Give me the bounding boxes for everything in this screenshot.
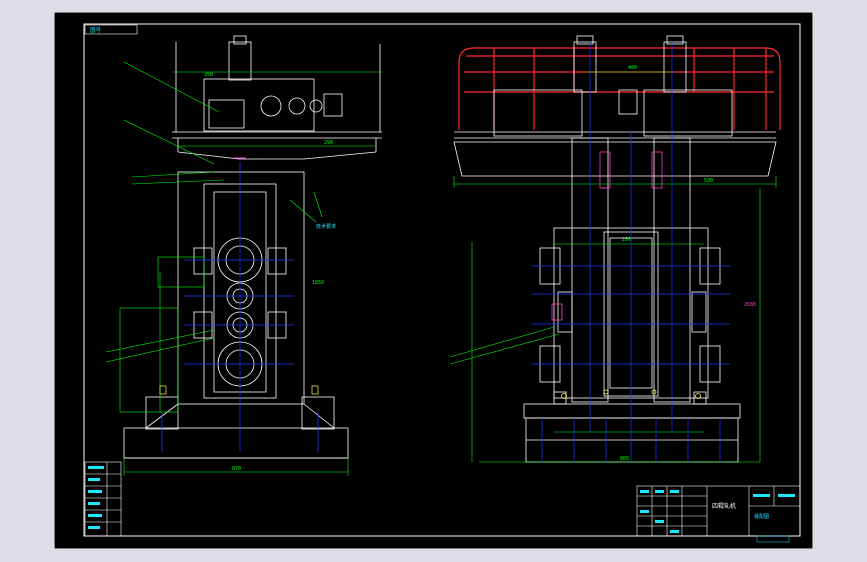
corner-label: 图号 (90, 26, 102, 34)
dim-right-base: 800 (620, 456, 629, 462)
left-view-side-label: 1850 (312, 280, 324, 286)
dim-right-roll: 250 (622, 237, 631, 243)
title-block-name: 四辊轧机 (712, 502, 736, 510)
assembly-drawing: 图号 350 290 870 1850 400 530 250 800 2680… (53, 11, 814, 550)
cad-viewport[interactable]: 图号 350 290 870 1850 400 530 250 800 2680… (0, 0, 867, 562)
dim-left-base: 870 (232, 466, 241, 472)
right-view-side-label: 2680 (744, 302, 756, 308)
dim-right-top-a: 400 (628, 65, 637, 71)
tech-label: 技术要求 (316, 223, 336, 230)
dim-left-mid: 290 (324, 140, 333, 146)
dim-right-top-b: 530 (704, 178, 713, 184)
drawing-sheet: 图号 350 290 870 1850 400 530 250 800 2680… (53, 11, 814, 550)
title-block-label: 装配图 (754, 513, 769, 520)
dim-left-top: 350 (204, 72, 213, 78)
